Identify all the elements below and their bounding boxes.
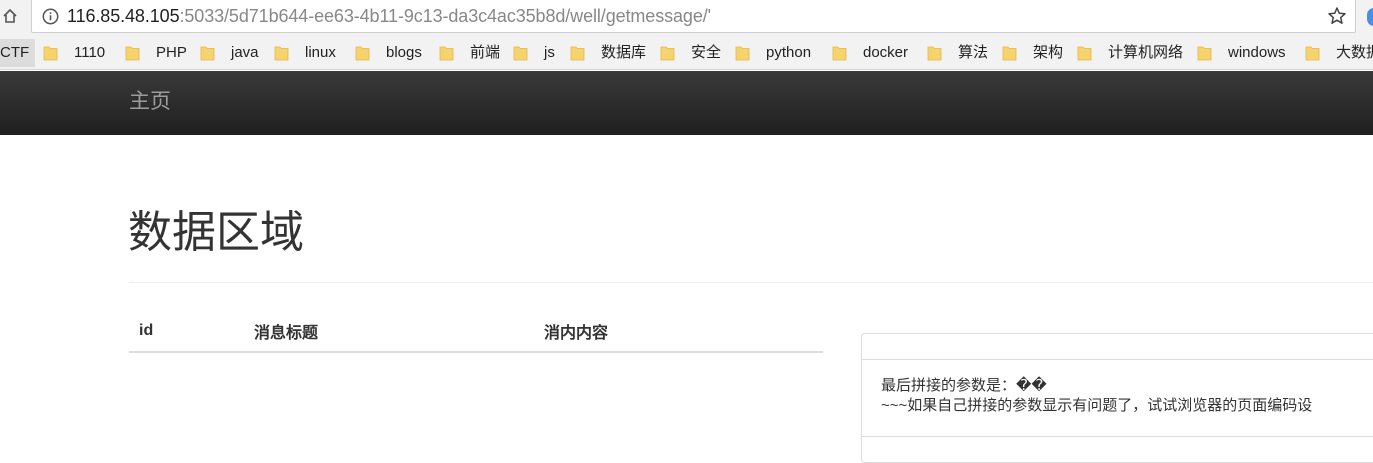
folder-icon bbox=[832, 45, 847, 61]
address-bar[interactable]: 116.85.48.105:5033/5d71b644-ee63-4b11-9c… bbox=[31, 0, 1356, 33]
top-navbar: 主页 bbox=[0, 71, 1373, 135]
concatenated-param-text: 最后拼接的参数是：�� bbox=[881, 377, 1047, 394]
bookmark-item[interactable]: 1110 bbox=[43, 42, 105, 64]
bookmark-item[interactable]: 架构 bbox=[1002, 42, 1063, 64]
bookmark-star-icon[interactable] bbox=[1327, 6, 1347, 26]
bookmarks-bar: CTF 1110 PHP java linux blogs 前端 js 数据库 安全 python d… bbox=[0, 34, 1373, 70]
folder-icon bbox=[660, 45, 675, 61]
url-text[interactable]: 116.85.48.105:5033/5d71b644-ee63-4b11-9c… bbox=[67, 4, 711, 28]
browser-toolbar: 116.85.48.105:5033/5d71b644-ee63-4b11-9c… bbox=[0, 0, 1373, 34]
folder-icon bbox=[274, 45, 289, 61]
folder-icon bbox=[125, 45, 140, 61]
folder-icon bbox=[927, 45, 942, 61]
folder-icon bbox=[200, 45, 215, 61]
page-title: 数据区域 bbox=[128, 208, 304, 257]
folder-icon bbox=[570, 45, 585, 61]
bookmark-label: windows bbox=[1228, 44, 1286, 61]
folder-icon bbox=[355, 45, 370, 61]
bookmark-item[interactable]: 算法 bbox=[927, 42, 988, 64]
panel-heading bbox=[862, 334, 1373, 360]
bookmark-item[interactable]: 安全 bbox=[660, 42, 721, 64]
encoding-hint-text: ~~~如果自己拼接的参数显示有问题了，试试浏览器的页面编码设 bbox=[881, 397, 1313, 414]
bookmark-item[interactable]: PHP bbox=[125, 42, 187, 64]
title-divider bbox=[129, 282, 1373, 283]
bookmark-label: python bbox=[766, 44, 812, 61]
info-icon[interactable] bbox=[42, 8, 59, 25]
bookmark-label: docker bbox=[863, 44, 909, 61]
bookmark-item[interactable]: docker bbox=[832, 42, 908, 64]
bookmark-label: 1110 bbox=[74, 44, 106, 61]
bookmark-item[interactable]: 数据库 bbox=[570, 42, 646, 64]
column-header-title: 消息标题 bbox=[244, 310, 534, 353]
folder-icon bbox=[1002, 45, 1017, 61]
url-path: :5033/5d71b644-ee63-4b11-9c13-da3c4ac35b… bbox=[179, 6, 711, 26]
url-host: 116.85.48.105 bbox=[67, 6, 180, 26]
folder-icon bbox=[1305, 45, 1320, 61]
bookmark-label: 数据库 bbox=[601, 44, 647, 61]
bookmark-label: 前端 bbox=[470, 44, 501, 61]
folder-icon bbox=[43, 45, 58, 61]
bookmark-item[interactable]: 大数据 bbox=[1305, 42, 1373, 64]
folder-icon bbox=[439, 45, 454, 61]
panel-divider bbox=[862, 436, 1373, 437]
bookmark-item[interactable]: java bbox=[200, 42, 259, 64]
panel-body: 最后拼接的参数是：�� ~~~如果自己拼接的参数显示有问题了，试试浏览器的页面编… bbox=[862, 360, 1373, 416]
bookmark-label: js bbox=[544, 44, 555, 61]
home-icon[interactable] bbox=[0, 5, 20, 27]
bookmark-label: java bbox=[231, 44, 259, 61]
bookmark-label: 安全 bbox=[691, 44, 722, 61]
table-header-row: id 消息标题 消内内容 bbox=[129, 310, 823, 353]
column-header-content: 消内内容 bbox=[534, 310, 823, 353]
home-nav-link[interactable]: 主页 bbox=[129, 89, 171, 115]
bookmark-label: linux bbox=[305, 44, 336, 61]
folder-icon bbox=[735, 45, 750, 61]
bookmark-label: 大数据 bbox=[1336, 44, 1373, 61]
folder-icon bbox=[1077, 45, 1092, 61]
bookmark-label: 架构 bbox=[1033, 44, 1064, 61]
folder-icon bbox=[513, 45, 528, 61]
folder-icon bbox=[1197, 45, 1212, 61]
message-table: id 消息标题 消内内容 bbox=[129, 310, 823, 353]
bookmark-item[interactable]: windows bbox=[1197, 42, 1286, 64]
bookmark-label: blogs bbox=[386, 44, 422, 61]
info-panel: 最后拼接的参数是：�� ~~~如果自己拼接的参数显示有问题了，试试浏览器的页面编… bbox=[861, 333, 1373, 463]
bookmark-item[interactable]: 前端 bbox=[439, 42, 500, 64]
bookmark-item[interactable]: CTF bbox=[0, 39, 36, 67]
bookmark-label: PHP bbox=[156, 44, 187, 61]
bookmark-item[interactable]: blogs bbox=[355, 42, 422, 64]
bookmark-item[interactable]: js bbox=[513, 42, 555, 64]
bookmark-item[interactable]: 计算机网络 bbox=[1077, 42, 1183, 64]
bookmark-label: CTF bbox=[0, 44, 30, 61]
bookmark-label: 算法 bbox=[958, 44, 989, 61]
bookmark-label: 计算机网络 bbox=[1108, 44, 1184, 61]
bookmark-item[interactable]: python bbox=[735, 42, 811, 64]
bookmark-item[interactable]: linux bbox=[274, 42, 336, 64]
column-header-id: id bbox=[129, 310, 244, 353]
extension-icon[interactable] bbox=[1367, 8, 1373, 26]
